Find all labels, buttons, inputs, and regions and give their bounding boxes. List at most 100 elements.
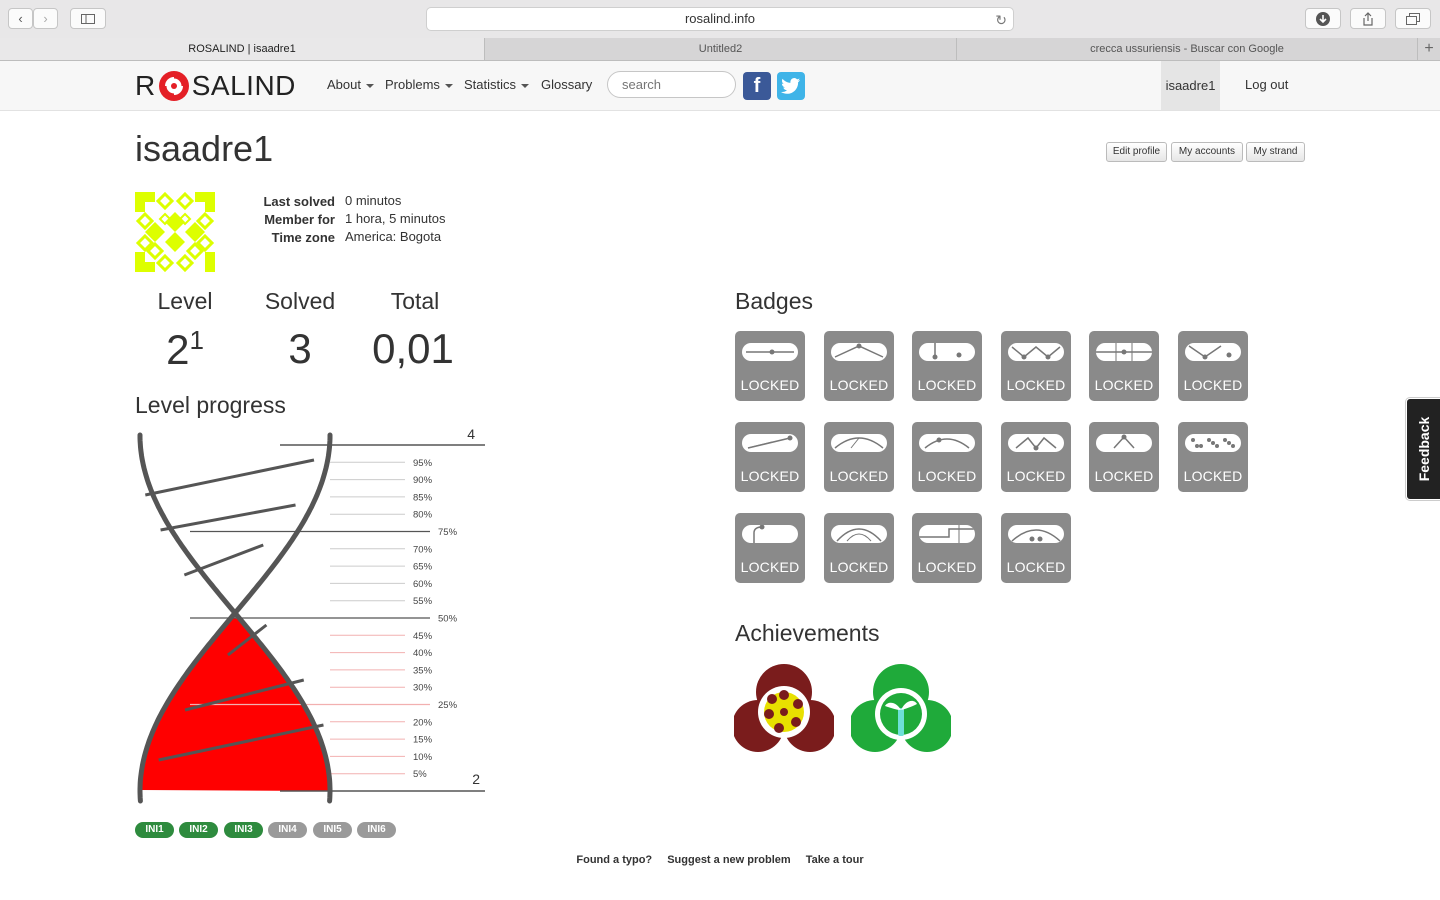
sidebar-toggle-button[interactable]: [70, 8, 106, 29]
tab-google-search[interactable]: crecca ussuriensis - Buscar con Google: [957, 38, 1418, 60]
rosalind-logo-icon: [158, 71, 189, 101]
problem-tag-ini1[interactable]: INI1: [135, 822, 174, 838]
nav-about[interactable]: About: [327, 77, 374, 92]
badge-locked-16[interactable]: LOCKED: [1001, 513, 1071, 583]
last-solved-value: 0 minutos: [345, 193, 402, 208]
badge-graph-icon: [1185, 343, 1241, 361]
scale-percent-label: 85%: [413, 492, 433, 503]
address-bar[interactable]: rosalind.info ↻: [426, 7, 1014, 31]
take-tour-link[interactable]: Take a tour: [806, 854, 864, 866]
my-accounts-button[interactable]: My accounts: [1171, 142, 1243, 162]
nav-problems[interactable]: Problems: [385, 77, 453, 92]
scale-percent-label: 95%: [413, 458, 433, 469]
badge-status-label: LOCKED: [740, 377, 800, 393]
browser-toolbar: ‹ › rosalind.info ↻: [0, 0, 1440, 39]
badge-locked-6[interactable]: LOCKED: [1178, 331, 1248, 401]
badge-locked-2[interactable]: LOCKED: [824, 331, 894, 401]
badge-locked-12[interactable]: LOCKED: [1178, 422, 1248, 492]
level-progress-heading: Level progress: [135, 392, 286, 418]
badge-locked-7[interactable]: LOCKED: [735, 422, 805, 492]
suggest-problem-link[interactable]: Suggest a new problem: [667, 854, 790, 866]
badges-heading: Badges: [735, 288, 814, 314]
tab-untitled2[interactable]: Untitled2: [485, 38, 957, 60]
badge-status-label: LOCKED: [917, 559, 977, 575]
badge-status-label: LOCKED: [1006, 377, 1066, 393]
badge-locked-3[interactable]: LOCKED: [912, 331, 982, 401]
twitter-icon[interactable]: [777, 72, 805, 100]
reload-icon[interactable]: ↻: [995, 9, 1007, 31]
search-input[interactable]: [607, 71, 736, 98]
forward-button[interactable]: ›: [33, 8, 58, 29]
problem-tag-ini5[interactable]: INI5: [313, 822, 352, 838]
nav-label: Glossary: [541, 77, 593, 92]
level-number: 2: [166, 326, 190, 373]
badge-locked-10[interactable]: LOCKED: [1001, 422, 1071, 492]
badge-status-label: LOCKED: [1094, 468, 1154, 484]
scale-percent-label: 55%: [413, 596, 433, 607]
twitter-bird-icon: [781, 78, 800, 94]
new-tab-icon[interactable]: +: [1418, 38, 1440, 60]
badge-locked-8[interactable]: LOCKED: [824, 422, 894, 492]
badge-graph-icon: [1008, 343, 1064, 361]
downloads-button[interactable]: [1305, 8, 1341, 29]
scale-percent-label: 70%: [413, 544, 433, 555]
last-solved-label: Last solved: [263, 194, 335, 209]
scale-percent-label: 90%: [413, 475, 433, 486]
badge-locked-14[interactable]: LOCKED: [824, 513, 894, 583]
total-value: 0,01: [372, 325, 454, 372]
my-strand-button[interactable]: My strand: [1246, 142, 1305, 162]
badge-locked-15[interactable]: LOCKED: [912, 513, 982, 583]
nav-label: About: [327, 77, 361, 92]
flower-achievement-icon[interactable]: [734, 662, 834, 754]
badge-graph-icon: [919, 434, 975, 452]
badge-status-label: LOCKED: [917, 468, 977, 484]
problem-tag-ini3[interactable]: INI3: [224, 822, 263, 838]
found-typo-link[interactable]: Found a typo?: [576, 854, 652, 866]
badge-status-label: LOCKED: [829, 468, 889, 484]
badge-locked-4[interactable]: LOCKED: [1001, 331, 1071, 401]
scale-percent-label: 35%: [413, 665, 433, 676]
nav-glossary[interactable]: Glossary: [541, 77, 592, 92]
tabs-overview-button[interactable]: [1395, 8, 1431, 29]
nav-statistics[interactable]: Statistics: [464, 77, 530, 92]
feedback-tab[interactable]: Feedback: [1406, 398, 1440, 500]
share-button[interactable]: [1350, 8, 1386, 29]
feedback-label: Feedback: [1416, 416, 1432, 482]
badge-graph-icon: [742, 343, 798, 361]
back-button[interactable]: ‹: [8, 8, 33, 29]
badge-graph-icon: [1185, 434, 1241, 452]
problem-tag-ini4[interactable]: INI4: [268, 822, 307, 838]
scale-percent-label: 30%: [413, 683, 433, 694]
badge-status-label: LOCKED: [829, 559, 889, 575]
tab-rosalind[interactable]: ROSALIND | isaadre1: [0, 38, 485, 60]
badge-status-label: LOCKED: [1183, 377, 1243, 393]
problem-tag-ini2[interactable]: INI2: [179, 822, 218, 838]
caret-down-icon: [365, 83, 374, 88]
badge-locked-5[interactable]: LOCKED: [1089, 331, 1159, 401]
scale-percent-label: 20%: [413, 717, 433, 728]
tab-title: crecca ussuriensis - Buscar con Google: [1090, 43, 1284, 55]
member-for-value: 1 hora, 5 minutos: [345, 211, 446, 226]
rosalind-logo[interactable]: R SALIND: [135, 70, 296, 102]
edit-profile-button[interactable]: Edit profile: [1106, 142, 1167, 162]
scale-percent-label: 40%: [413, 648, 433, 659]
problem-tag-ini6[interactable]: INI6: [357, 822, 396, 838]
nav-user[interactable]: isaadre1: [1161, 61, 1220, 110]
sprout-achievement-icon[interactable]: [851, 662, 951, 754]
time-zone-value: America: Bogota: [345, 229, 442, 244]
badge-status-label: LOCKED: [1094, 377, 1154, 393]
badge-locked-9[interactable]: LOCKED: [912, 422, 982, 492]
avatar: [135, 192, 215, 272]
badge-locked-11[interactable]: LOCKED: [1089, 422, 1159, 492]
solved-heading: Solved: [264, 288, 336, 314]
badge-locked-13[interactable]: LOCKED: [735, 513, 805, 583]
badge-locked-1[interactable]: LOCKED: [735, 331, 805, 401]
logo-text-left: R: [135, 70, 156, 101]
download-icon: [1316, 11, 1330, 26]
logo-text-right: SALIND: [191, 70, 296, 101]
tab-title: ROSALIND | isaadre1: [188, 43, 296, 55]
dna-rung: [144, 458, 315, 497]
facebook-icon[interactable]: f: [743, 72, 771, 100]
logout-link[interactable]: Log out: [1245, 77, 1288, 92]
badge-graph-icon: [1096, 343, 1152, 361]
